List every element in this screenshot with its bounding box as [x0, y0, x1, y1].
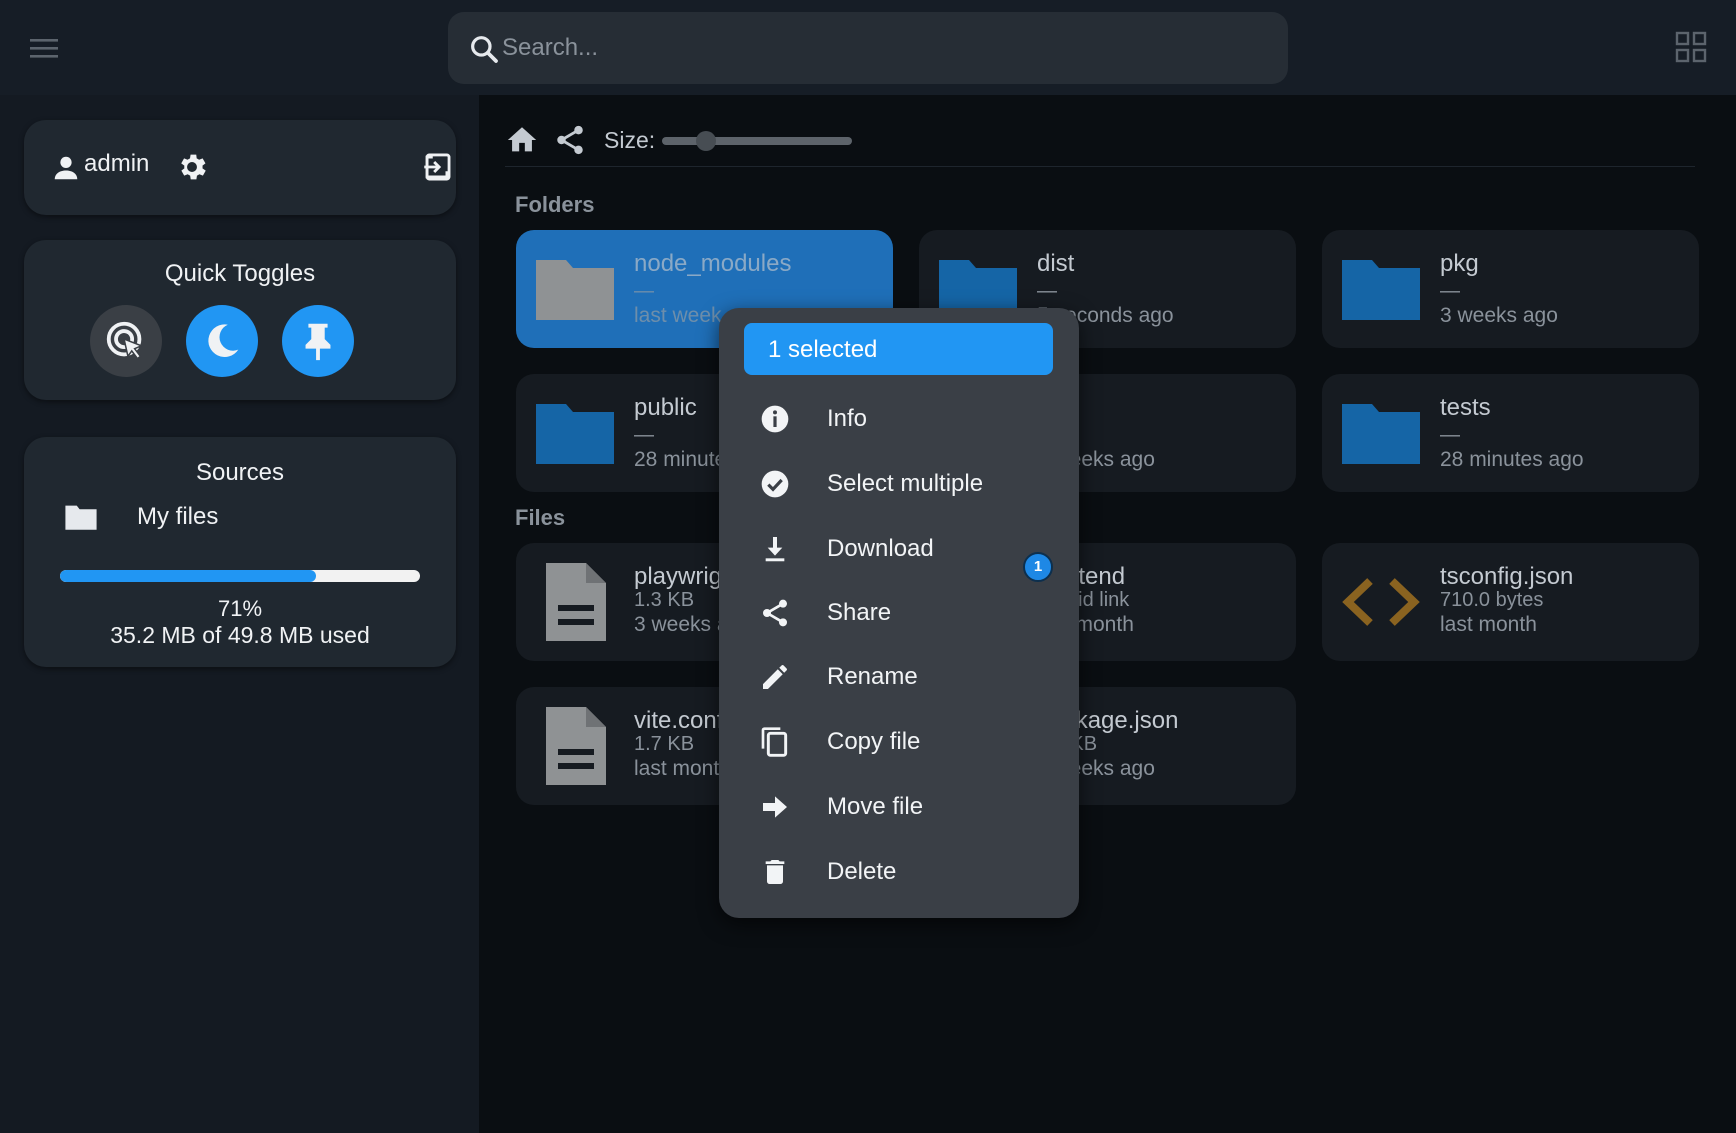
menu-item-move-file[interactable]: Move file	[737, 780, 1057, 832]
storage-usage-text: 35.2 MB of 49.8 MB used	[110, 622, 370, 648]
menu-item-copy-file[interactable]: Copy file	[737, 715, 1057, 767]
folder-icon	[1342, 260, 1420, 320]
folder-name: node_modules	[634, 250, 792, 277]
context-menu: 1 selected Info Select multiple Download…	[719, 308, 1079, 918]
top-bar	[0, 0, 1736, 95]
folder-size: —	[634, 424, 654, 446]
search-icon	[471, 36, 498, 63]
document-icon	[546, 707, 606, 785]
gear-icon[interactable]	[175, 150, 209, 184]
document-icon	[546, 563, 606, 641]
menu-item-label: Rename	[827, 663, 918, 690]
source-item-label: My files	[137, 503, 219, 530]
selection-badge: 1	[1023, 552, 1053, 582]
selection-count-header: 1 selected	[744, 323, 1053, 375]
file-toolbar: Size:	[505, 115, 1695, 167]
folder-date: 3 weeks ago	[1440, 304, 1558, 327]
menu-item-label: Copy file	[827, 728, 921, 755]
logout-icon[interactable]	[420, 150, 454, 184]
menu-item-delete[interactable]: Delete	[737, 845, 1057, 897]
search-bar[interactable]	[448, 12, 1288, 84]
menu-item-label: Move file	[827, 793, 924, 820]
sources-card: Sources My files 71% 35.2 MB of 49.8 MB …	[24, 437, 456, 667]
folder-size: —	[1440, 424, 1460, 446]
home-icon[interactable]	[505, 123, 539, 157]
quick-toggles-title: Quick Toggles	[164, 260, 316, 287]
user-card: admin	[24, 120, 456, 215]
folder-icon	[536, 260, 614, 320]
pencil-icon	[763, 665, 787, 689]
storage-usage-fill	[60, 570, 316, 582]
quick-toggles-card: Quick Toggles	[24, 240, 456, 400]
folder-icon	[536, 404, 614, 464]
hamburger-menu-icon[interactable]	[26, 33, 62, 63]
file-tile[interactable]: tsconfig.json 710.0 bytes last month	[1322, 543, 1699, 661]
file-size: 710.0 bytes	[1440, 589, 1544, 611]
folder-name: public	[634, 394, 697, 421]
folder-size: —	[1440, 280, 1460, 302]
folder-tile[interactable]: pkg — 3 weeks ago	[1322, 230, 1699, 348]
arrow-right-icon	[763, 796, 787, 818]
folder-tile[interactable]: tests — 28 minutes ago	[1322, 374, 1699, 492]
size-slider[interactable]	[662, 131, 852, 151]
cursor-click-icon	[106, 321, 144, 360]
dark-mode-toggle-button[interactable]	[186, 305, 258, 377]
search-input[interactable]	[502, 26, 1262, 70]
menu-item-rename[interactable]: Rename	[737, 650, 1057, 702]
share-icon	[763, 599, 787, 627]
menu-item-select-multiple[interactable]: Select multiple	[737, 457, 1057, 509]
folder-date: 28 minutes ago	[1440, 448, 1584, 471]
menu-item-label: Delete	[827, 858, 897, 885]
files-section-label: Files	[515, 505, 566, 530]
menu-item-label: Share	[827, 599, 892, 626]
pin-icon	[305, 323, 331, 361]
file-name: tsconfig.json	[1440, 563, 1574, 590]
menu-item-label: Download	[827, 535, 934, 562]
folder-name: tests	[1440, 394, 1491, 421]
trash-icon	[765, 860, 785, 884]
menu-item-download[interactable]: Download	[737, 522, 1057, 574]
moon-icon	[208, 324, 239, 357]
storage-usage-percent: 71%	[217, 596, 263, 621]
folder-size: —	[1037, 280, 1057, 302]
info-icon	[761, 405, 789, 433]
menu-item-share[interactable]: Share	[737, 586, 1057, 638]
menu-item-info[interactable]: Info	[737, 392, 1057, 444]
folder-date: last week	[634, 304, 722, 327]
file-date: last month	[1440, 613, 1537, 636]
share-icon[interactable]	[553, 123, 587, 157]
sidebar: admin Quick Toggles Sources My files 71%…	[0, 95, 479, 1133]
size-slider-track	[662, 137, 852, 145]
username: admin	[84, 150, 150, 177]
menu-item-label: Select multiple	[827, 470, 984, 497]
size-label: Size:	[604, 127, 656, 153]
folder-name: dist	[1037, 250, 1075, 277]
menu-item-label: Info	[827, 405, 868, 432]
sources-title: Sources	[195, 459, 285, 486]
code-icon	[1342, 578, 1420, 626]
folder-icon	[1342, 404, 1420, 464]
folder-name: pkg	[1440, 250, 1479, 277]
click-toggle-button[interactable]	[90, 305, 162, 377]
pin-toggle-button[interactable]	[282, 305, 354, 377]
file-browser: Size: Folders node_modules — last week d…	[479, 95, 1736, 1133]
file-date: last month	[634, 757, 731, 780]
copy-icon	[761, 727, 788, 757]
check-circle-icon	[761, 470, 789, 498]
storage-usage-bar	[60, 570, 420, 582]
user-icon	[54, 156, 78, 180]
source-item-my-files[interactable]: My files	[64, 499, 364, 539]
grid-view-icon[interactable]	[1674, 30, 1708, 64]
folders-section-label: Folders	[515, 192, 595, 217]
file-size: 1.7 KB	[634, 733, 695, 755]
download-icon	[765, 537, 785, 562]
folder-icon	[65, 505, 97, 530]
selection-count: 1 selected	[768, 336, 878, 363]
folder-size: —	[634, 280, 654, 302]
file-size: 1.3 KB	[634, 589, 695, 611]
size-slider-thumb[interactable]	[696, 131, 716, 151]
